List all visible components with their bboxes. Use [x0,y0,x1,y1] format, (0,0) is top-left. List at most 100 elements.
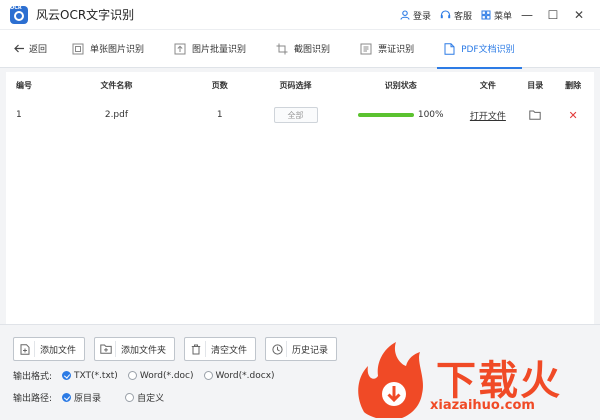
output-format-row: 输出格式: TXT(*.txt) Word(*.doc) Word(*.docx… [13,369,285,383]
tab-single-image[interactable]: 单张图片识别 [57,30,159,68]
cell-status: 100% [344,110,458,120]
crop-icon [276,43,288,54]
watermark-logo: 下载火 xiazaihuo.com [350,336,600,420]
file-table: 编号 文件名称 页数 页码选择 识别状态 文件 目录 删除 1 2.pdf 1 … [6,72,594,330]
folder-icon[interactable] [529,110,541,120]
format-option-txt[interactable]: TXT(*.txt) [62,371,118,381]
table-row: 1 2.pdf 1 全部 100% 打开文件 ✕ [6,98,594,132]
tab-label: 单张图片识别 [90,45,145,55]
title-actions: 登录 客服 菜单 — ☐ ✕ [391,0,590,30]
menu-icon [481,10,491,20]
tab-batch-image[interactable]: 图片批量识别 [159,30,261,68]
minimize-icon: — [521,8,533,22]
image-icon [72,43,84,54]
header-file: 文件 [479,80,496,90]
arrow-left-icon [14,44,24,53]
service-button[interactable]: 客服 [440,9,472,22]
progress-text: 100% [417,110,444,120]
format-option-docx[interactable]: Word(*.docx) [203,370,275,381]
add-folder-label: 添加文件夹 [121,345,167,356]
format-option-label: Word(*.docx) [215,370,275,381]
tab-pdf[interactable]: PDF文档识别 [429,30,530,69]
radio-unchecked-icon [125,393,135,402]
app-logo: OCR [10,4,28,24]
path-option-label: 原目录 [74,394,102,404]
output-format-label: 输出格式: [13,372,53,382]
cell-range: 全部 [247,107,344,123]
close-icon: ✕ [573,8,585,22]
flame-logo-icon [358,342,423,418]
close-button[interactable]: ✕ [568,4,590,26]
history-button[interactable]: 历史记录 [265,337,338,361]
tab-bar: 返回 单张图片识别 图片批量识别 截图识别 票证识别 PDF文档识别 [0,30,600,69]
user-icon [400,10,410,20]
table-header: 编号 文件名称 页数 页码选择 识别状态 文件 目录 删除 [6,72,594,98]
receipt-icon [360,43,372,54]
format-option-doc[interactable]: Word(*.doc) [127,370,194,381]
cell-directory [518,110,552,120]
tab-label: 截图识别 [294,45,331,55]
login-button[interactable]: 登录 [400,9,431,22]
action-buttons: 添加文件 添加文件夹 清空文件 历史记录 [13,337,346,361]
back-label: 返回 [29,45,48,55]
format-option-label: Word(*.doc) [139,370,194,381]
login-label: 登录 [412,11,431,22]
path-option-custom[interactable]: 自定义 [125,391,164,404]
progress-fill [357,113,414,117]
header-directory: 目录 [527,80,544,90]
trash-icon [190,341,207,357]
maximize-button[interactable]: ☐ [542,4,564,26]
radio-unchecked-icon [127,371,137,380]
page-range-select[interactable]: 全部 [273,107,318,123]
header-pages: 页数 [211,80,228,90]
add-file-label: 添加文件 [40,345,77,356]
progress-bar [357,113,414,117]
add-folder-button[interactable]: 添加文件夹 [94,337,176,361]
radio-unchecked-icon [203,371,213,380]
tab-label: 票证识别 [378,45,415,55]
radio-checked-icon [62,393,72,402]
clear-files-button[interactable]: 清空文件 [184,337,257,361]
delete-icon[interactable]: ✕ [569,109,578,122]
watermark-domain: xiazaihuo.com [430,398,535,413]
output-path-label: 输出路径: [13,394,53,404]
back-button[interactable]: 返回 [14,42,47,55]
cell-file: 打开文件 [458,109,519,122]
tab-screenshot[interactable]: 截图识别 [261,30,345,68]
open-file-link[interactable]: 打开文件 [470,109,506,122]
header-id: 编号 [16,80,32,90]
folder-plus-icon [100,341,117,357]
history-label: 历史记录 [292,345,329,356]
menu-label: 菜单 [493,11,512,22]
path-option-original[interactable]: 原目录 [62,391,101,404]
add-file-button[interactable]: 添加文件 [13,337,86,361]
cell-filename: 2.pdf [104,110,129,120]
clock-icon [271,341,288,357]
header-range: 页码选择 [279,80,312,90]
menu-button[interactable]: 菜单 [481,9,512,22]
clear-files-label: 清空文件 [211,345,248,356]
service-label: 客服 [453,11,472,22]
path-option-label: 自定义 [137,394,165,404]
format-option-label: TXT(*.txt) [74,370,118,381]
app-title: 风云OCR文字识别 [36,8,135,22]
header-delete: 删除 [565,80,582,90]
cell-delete: ✕ [552,109,594,122]
tab-label: 图片批量识别 [192,45,247,55]
cell-id: 1 [16,110,22,120]
minimize-button[interactable]: — [516,4,538,26]
logo-tag: OCR [10,4,22,11]
pdf-document-icon [444,42,455,55]
title-bar: OCR 风云OCR文字识别 登录 客服 菜单 — ☐ ✕ [0,0,600,30]
headset-icon [440,10,451,19]
upload-icon [174,43,186,54]
output-path-row: 输出路径: 原目录 自定义 [13,391,174,404]
radio-checked-icon [62,371,72,380]
maximize-icon: ☐ [547,8,559,22]
tab-label: PDF文档识别 [461,45,515,55]
header-status: 识别状态 [384,80,417,90]
cell-pages: 1 [216,110,223,120]
tab-receipt[interactable]: 票证识别 [345,30,429,68]
header-name: 文件名称 [100,80,133,90]
file-plus-icon [19,341,35,357]
